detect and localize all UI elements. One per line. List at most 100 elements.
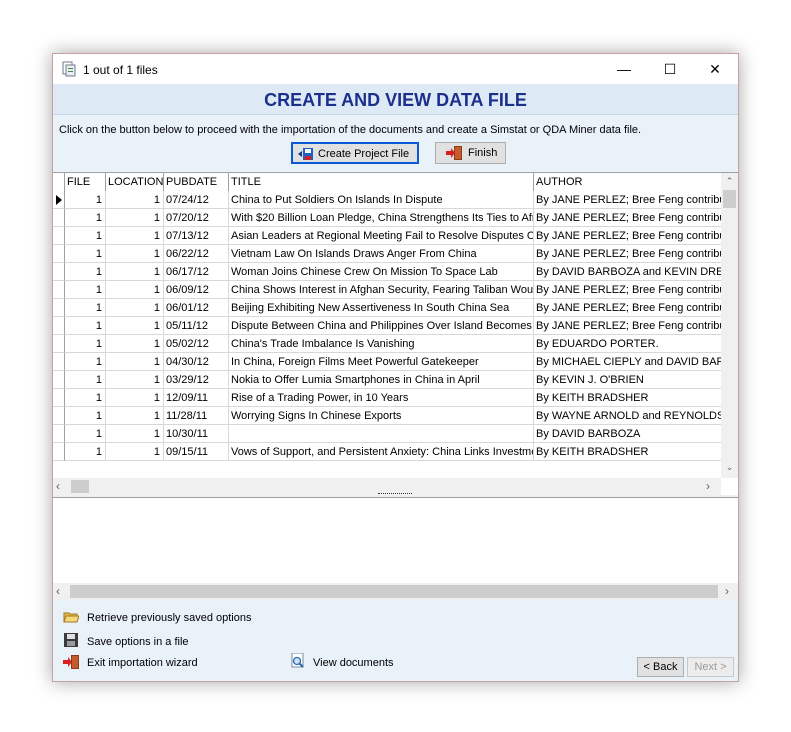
table-row[interactable]: 1 1 04/30/12 In China, Foreign Films Meet P… [53, 353, 721, 371]
row-indicator[interactable] [53, 353, 65, 371]
cell-location[interactable]: 1 [106, 425, 164, 443]
cell-pubdate[interactable]: 11/28/11 [164, 407, 229, 425]
cell-author[interactable]: By MICHAEL CIEPLY and DAVID BARBOZA [534, 353, 721, 371]
row-indicator[interactable] [53, 317, 65, 335]
cell-pubdate[interactable]: 10/30/11 [164, 425, 229, 443]
cell-title[interactable]: China to Put Soldiers On Islands In Disp… [229, 191, 534, 209]
cell-file[interactable]: 1 [65, 299, 106, 317]
preview-scroll-right-arrow-icon[interactable]: › [725, 583, 735, 600]
row-indicator[interactable] [53, 371, 65, 389]
cell-title[interactable]: In China, Foreign Films Meet Powerful Ga… [229, 353, 534, 371]
cell-file[interactable]: 1 [65, 407, 106, 425]
cell-author[interactable]: By JANE PERLEZ; Bree Feng contributed re… [534, 317, 721, 335]
cell-file[interactable]: 1 [65, 335, 106, 353]
preview-horizontal-scrollbar[interactable]: ‹ › [53, 583, 738, 600]
cell-file[interactable]: 1 [65, 245, 106, 263]
create-project-file-button[interactable]: Create Project File [291, 142, 419, 164]
cell-location[interactable]: 1 [106, 353, 164, 371]
table-row[interactable]: 1 1 11/28/11 Worrying Signs In Chinese Expo… [53, 407, 721, 425]
cell-file[interactable]: 1 [65, 191, 106, 209]
cell-pubdate[interactable]: 07/13/12 [164, 227, 229, 245]
cell-location[interactable]: 1 [106, 263, 164, 281]
table-row[interactable]: 1 1 06/01/12 Beijing Exhibiting New Asserti… [53, 299, 721, 317]
document-preview-pane[interactable]: ‹ › [53, 497, 738, 600]
cell-pubdate[interactable]: 03/29/12 [164, 371, 229, 389]
vertical-scroll-thumb[interactable] [723, 190, 736, 208]
row-indicator[interactable] [53, 299, 65, 317]
table-row[interactable]: 1 1 12/09/11 Rise of a Trading Power, in 10… [53, 389, 721, 407]
cell-title[interactable]: China's Trade Imbalance Is Vanishing [229, 335, 534, 353]
cell-author[interactable]: By WAYNE ARNOLD and REYNOLDS HOLDING [534, 407, 721, 425]
cell-title[interactable]: Dispute Between China and Philippines Ov… [229, 317, 534, 335]
cell-author[interactable]: By JANE PERLEZ; Bree Feng contributed re… [534, 281, 721, 299]
cell-pubdate[interactable]: 06/01/12 [164, 299, 229, 317]
cell-title[interactable]: Asian Leaders at Regional Meeting Fail t… [229, 227, 534, 245]
cell-location[interactable]: 1 [106, 371, 164, 389]
cell-pubdate[interactable]: 04/30/12 [164, 353, 229, 371]
cell-location[interactable]: 1 [106, 191, 164, 209]
maximize-button[interactable]: ☐ [647, 54, 693, 84]
row-indicator[interactable] [53, 425, 65, 443]
row-indicator[interactable] [53, 245, 65, 263]
row-indicator[interactable] [53, 443, 65, 461]
cell-author[interactable]: By JANE PERLEZ; Bree Feng contributed re… [534, 299, 721, 317]
table-row[interactable]: 1 1 07/13/12 Asian Leaders at Regional Meet… [53, 227, 721, 245]
preview-scroll-left-arrow-icon[interactable]: ‹ [56, 583, 66, 600]
cell-file[interactable]: 1 [65, 371, 106, 389]
cell-pubdate[interactable]: 05/02/12 [164, 335, 229, 353]
close-button[interactable]: ✕ [692, 54, 738, 84]
horizontal-scroll-thumb[interactable] [71, 480, 89, 493]
cell-title[interactable]: Worrying Signs In Chinese Exports [229, 407, 534, 425]
cell-author[interactable]: By KEVIN J. O'BRIEN [534, 371, 721, 389]
scroll-up-arrow-icon[interactable]: ⌃ [721, 173, 738, 190]
row-indicator[interactable] [53, 281, 65, 299]
table-row[interactable]: 1 1 07/24/12 China to Put Soldiers On Islan… [53, 191, 721, 209]
column-header-pubdate[interactable]: PUBDATE [164, 173, 229, 191]
cell-title[interactable]: Woman Joins Chinese Crew On Mission To S… [229, 263, 534, 281]
cell-pubdate[interactable]: 12/09/11 [164, 389, 229, 407]
column-header-author[interactable]: AUTHOR [534, 173, 721, 191]
cell-author[interactable]: By JANE PERLEZ; Bree Feng contributed re… [534, 191, 721, 209]
cell-location[interactable]: 1 [106, 281, 164, 299]
cell-pubdate[interactable]: 07/24/12 [164, 191, 229, 209]
cell-title[interactable]: Rise of a Trading Power, in 10 Years [229, 389, 534, 407]
next-button[interactable]: Next > [687, 657, 734, 677]
cell-file[interactable]: 1 [65, 425, 106, 443]
cell-author[interactable]: By JANE PERLEZ; Bree Feng contributed re… [534, 245, 721, 263]
cell-author[interactable]: By KEITH BRADSHER [534, 443, 721, 461]
scroll-right-arrow-icon[interactable]: › [706, 478, 716, 495]
cell-location[interactable]: 1 [106, 245, 164, 263]
row-indicator[interactable] [53, 407, 65, 425]
table-row[interactable]: 1 1 06/09/12 China Shows Interest in Afghan… [53, 281, 721, 299]
cell-file[interactable]: 1 [65, 281, 106, 299]
cell-title[interactable]: China Shows Interest in Afghan Security,… [229, 281, 534, 299]
table-row[interactable]: 1 1 09/15/11 Vows of Support, and Persisten… [53, 443, 721, 461]
cell-file[interactable]: 1 [65, 209, 106, 227]
cell-pubdate[interactable]: 06/17/12 [164, 263, 229, 281]
table-row[interactable]: 1 1 07/20/12 With $20 Billion Loan Pledge, … [53, 209, 721, 227]
cell-title[interactable]: Beijing Exhibiting New Assertiveness In … [229, 299, 534, 317]
table-row[interactable]: 1 1 05/02/12 China's Trade Imbalance Is Van… [53, 335, 721, 353]
cell-location[interactable]: 1 [106, 443, 164, 461]
cell-file[interactable]: 1 [65, 317, 106, 335]
cell-pubdate[interactable]: 05/11/12 [164, 317, 229, 335]
table-row[interactable]: 1 1 10/30/11 By DAVID BARBOZA [53, 425, 721, 443]
cell-file[interactable]: 1 [65, 353, 106, 371]
table-vertical-scrollbar[interactable]: ⌃ ⌄ [721, 173, 738, 478]
row-indicator[interactable] [53, 227, 65, 245]
row-indicator[interactable] [53, 389, 65, 407]
cell-author[interactable]: By DAVID BARBOZA and KEVIN DREW [534, 263, 721, 281]
preview-scroll-thumb[interactable] [70, 585, 718, 598]
table-row[interactable]: 1 1 05/11/12 Dispute Between China and Phil… [53, 317, 721, 335]
cell-title[interactable]: With $20 Billion Loan Pledge, China Stre… [229, 209, 534, 227]
cell-author[interactable]: By EDUARDO PORTER. [534, 335, 721, 353]
back-button[interactable]: < Back [637, 657, 684, 677]
cell-title[interactable]: Vietnam Law On Islands Draws Anger From … [229, 245, 534, 263]
cell-pubdate[interactable]: 06/09/12 [164, 281, 229, 299]
cell-location[interactable]: 1 [106, 407, 164, 425]
cell-author[interactable]: By DAVID BARBOZA [534, 425, 721, 443]
table-row[interactable]: 1 1 03/29/12 Nokia to Offer Lumia Smartphon… [53, 371, 721, 389]
row-indicator[interactable] [53, 263, 65, 281]
cell-file[interactable]: 1 [65, 389, 106, 407]
cell-title[interactable]: Vows of Support, and Persistent Anxiety:… [229, 443, 534, 461]
